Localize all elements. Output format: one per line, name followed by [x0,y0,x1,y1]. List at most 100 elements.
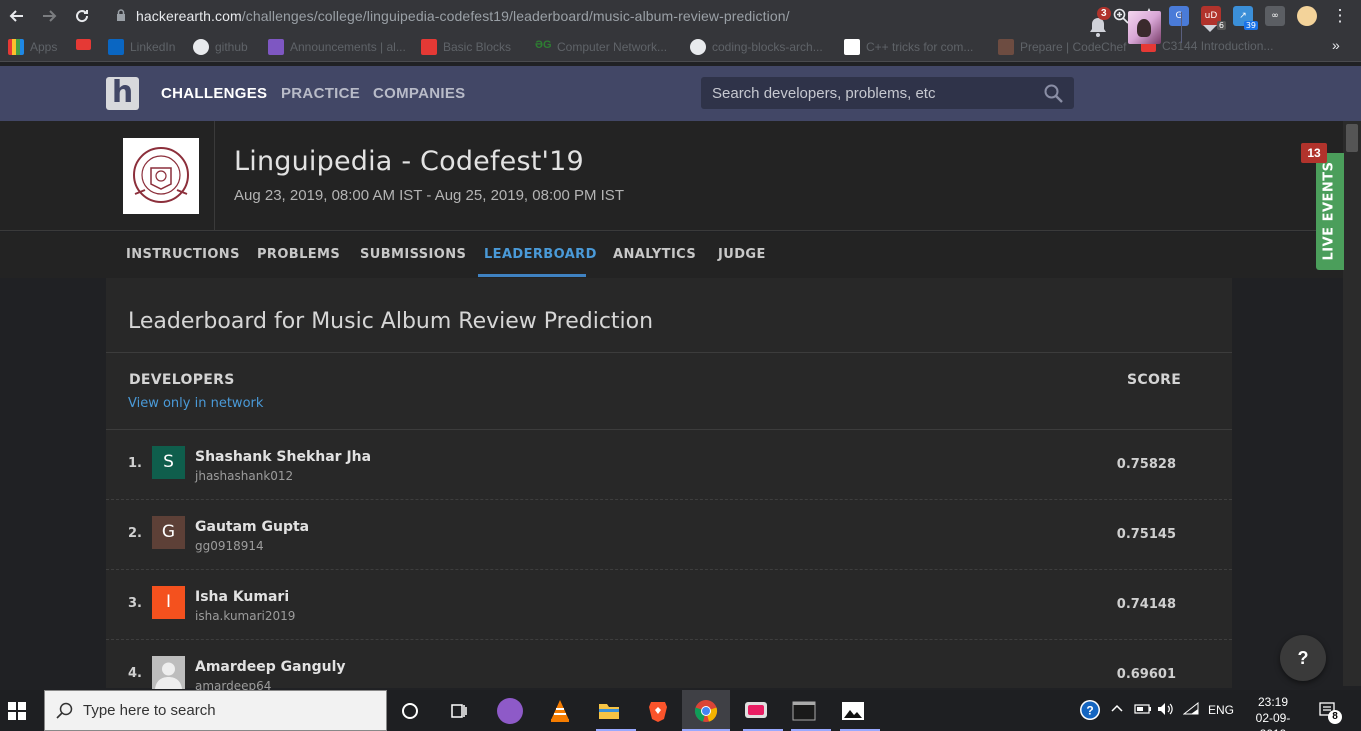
github-desktop-icon[interactable] [497,698,523,724]
page-scrollbar[interactable] [1343,121,1361,686]
system-clock[interactable]: 23:19 02-09-2019 [1244,694,1302,731]
file-explorer-icon[interactable] [596,698,622,724]
developers-column-header: DEVELOPERS [129,372,235,388]
linkedin-icon [108,39,124,55]
bookmark-cpp-tricks[interactable]: C++ tricks for com... [844,39,973,55]
live-events-count-badge: 13 [1301,143,1327,163]
taskbar-search-input[interactable] [83,691,373,730]
help-tray-icon[interactable]: ? [1079,699,1103,726]
table-row[interactable]: 4. Amardeep Ganguly amardeep64 0.69601 [106,640,1232,690]
developer-handle: gg0918914 [195,539,264,553]
github-icon [193,39,209,55]
address-bar[interactable]: hackerearth.com/challenges/college/lingu… [136,8,790,24]
language-indicator[interactable]: ENG [1208,703,1234,717]
gfg-icon-2 [844,39,860,55]
chrome-menu-icon[interactable]: ⋮ [1329,5,1351,27]
bookmark-codechef[interactable]: Prepare | CodeChef [998,39,1127,55]
battery-icon[interactable] [1134,702,1152,719]
blocks-icon [421,39,437,55]
score-value: 0.75828 [1116,457,1176,472]
clock-date: 02-09-2019 [1255,711,1291,731]
view-only-in-network-link[interactable]: View only in network [128,396,263,411]
brave-browser-icon[interactable] [645,698,671,724]
developer-name[interactable]: Gautam Gupta [195,519,309,535]
tab-extension-icon[interactable]: ↗ 39 [1233,6,1258,30]
table-row[interactable]: 2. G Gautam Gupta gg0918914 0.75145 [106,500,1232,570]
live-events-tab[interactable]: LIVE EVENTS [1316,153,1344,270]
bookmark-announcements[interactable]: Announcements | al... [268,39,406,55]
task-view-icon[interactable] [446,698,472,724]
site-search [701,77,1074,109]
windows-start-icon[interactable] [8,702,26,720]
table-row[interactable]: 1. S Shashank Shekhar Jha jhashashank012… [106,430,1232,500]
terminal-icon[interactable] [791,698,817,724]
github-icon-2 [690,39,706,55]
avatar[interactable]: I [152,586,185,619]
nav-challenges[interactable]: CHALLENGES [161,85,267,102]
forward-arrow-icon[interactable] [38,5,60,27]
tab-judge[interactable]: JUDGE [718,247,766,262]
bookmark-apps[interactable]: Apps [8,39,57,55]
bookmark-computer-network[interactable]: ƏG Computer Network... [535,39,667,55]
slack-icon [268,39,284,55]
profile-icon[interactable] [1297,6,1317,26]
developer-handle: isha.kumari2019 [195,609,296,623]
translate-extension-icon[interactable]: G [1169,6,1189,26]
score-column-header: SCORE [1127,372,1182,388]
tab-problems[interactable]: PROBLEMS [257,247,340,262]
action-center-badge: 8 [1328,710,1342,724]
avatar[interactable]: S [152,446,185,479]
chevron-down-icon[interactable] [1203,25,1217,32]
nav-companies[interactable]: COMPANIES [373,85,465,102]
show-hidden-icons-icon[interactable] [1111,702,1123,716]
user-avatar[interactable] [1128,11,1161,44]
rank: 4. [128,666,142,681]
bookmark-linkedin[interactable]: LinkedIn [108,39,175,55]
developer-name[interactable]: Amardeep Ganguly [195,659,346,675]
challenge-dates: Aug 23, 2019, 08:00 AM IST - Aug 25, 201… [234,187,624,204]
scrollbar-thumb[interactable] [1346,124,1358,152]
help-button[interactable]: ? [1280,635,1326,681]
tab-analytics[interactable]: ANALYTICS [613,247,696,262]
banner-divider [214,121,215,231]
action-center-icon[interactable]: 8 [1318,700,1342,725]
tab-submissions[interactable]: SUBMISSIONS [360,247,466,262]
glasses-extension-icon[interactable]: ∞ [1265,6,1285,26]
notification-bell-icon[interactable] [1089,17,1107,37]
cortana-icon[interactable] [397,698,423,724]
college-logo [123,138,199,214]
nav-practice[interactable]: PRACTICE [281,85,360,102]
photos-icon[interactable] [840,698,866,724]
score-value: 0.69601 [1116,667,1176,682]
avatar[interactable]: G [152,516,185,549]
bookmark-github[interactable]: github [193,39,248,55]
developer-name[interactable]: Isha Kumari [195,589,289,605]
gfg-icon: ƏG [535,39,552,51]
volume-icon[interactable] [1157,702,1175,719]
table-row[interactable]: 3. I Isha Kumari isha.kumari2019 0.74148 [106,570,1232,640]
live-events-label: LIVE EVENTS [1321,161,1337,261]
score-value: 0.75145 [1116,527,1176,542]
developer-handle: jhashashank012 [195,469,294,483]
wifi-icon[interactable] [1182,701,1199,719]
title-divider [106,352,1232,353]
bookmark-coding-blocks[interactable]: coding-blocks-arch... [690,39,823,55]
reload-icon[interactable] [71,5,93,27]
tab-instructions[interactable]: INSTRUCTIONS [126,247,240,262]
tab-leaderboard[interactable]: LEADERBOARD [484,247,597,262]
svg-text:?: ? [1086,704,1093,718]
search-icon[interactable] [1044,84,1063,103]
avatar[interactable] [152,656,185,689]
hackerearth-logo[interactable]: h [106,77,139,110]
ublock-extension-icon[interactable]: uD 6 [1201,6,1226,30]
developer-name[interactable]: Shashank Shekhar Jha [195,449,371,465]
bookmarks-overflow-icon[interactable]: » [1332,37,1340,53]
back-arrow-icon[interactable] [6,5,28,27]
bookmark-youtube[interactable] [76,39,91,50]
search-input[interactable] [701,77,1021,109]
screen-recorder-icon[interactable] [743,698,769,724]
zoom-icon[interactable] [1113,8,1129,24]
chrome-icon[interactable] [693,698,719,724]
vlc-icon[interactable] [547,698,573,724]
bookmark-basic-blocks[interactable]: Basic Blocks [421,39,511,55]
